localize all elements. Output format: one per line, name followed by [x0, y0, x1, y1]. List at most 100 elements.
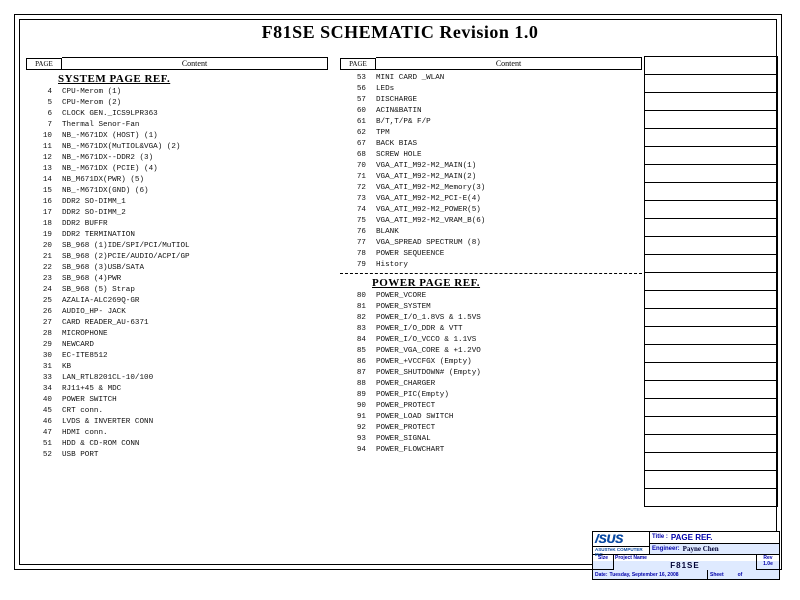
index-entry-text: History — [376, 260, 642, 271]
blank-table-row — [644, 111, 778, 129]
index-page-number: 14 — [26, 175, 62, 186]
index-row: 23SB_968 (4)PWR — [26, 274, 328, 285]
index-row: 30EC-ITE8512 — [26, 351, 328, 362]
index-entry-text: SB_968 (1)IDE/SPI/PCI/MuTIOL — [62, 241, 328, 252]
index-row: 92POWER_PROTECT — [340, 423, 642, 434]
index-entry-text: POWER_LOAD SWITCH — [376, 412, 642, 423]
index-row: 93POWER_SIGNAL — [340, 434, 642, 445]
index-page-number: 79 — [340, 260, 376, 271]
header-page: PAGE — [26, 58, 62, 70]
index-entry-text: NB_-M671DX (HOST) (1) — [62, 131, 328, 142]
index-row: 71VGA_ATI_M92-M2_MAIN(2) — [340, 172, 642, 183]
index-row: 6CLOCK GEN._ICS9LPR363 — [26, 109, 328, 120]
blank-table-row — [644, 327, 778, 345]
index-page-number: 34 — [26, 384, 62, 395]
index-row: 13NB_-M671DX (PCIE) (4) — [26, 164, 328, 175]
title-block: /SUS ASUSTeK COMPUTER INC Title : PAGE R… — [592, 531, 780, 580]
index-entry-text: USB PORT — [62, 450, 328, 461]
sheet-label: Sheet — [710, 572, 724, 578]
index-row: 12NB_-M671DX--DDR2 (3) — [26, 153, 328, 164]
header-page: PAGE — [340, 58, 376, 70]
index-entry-text: CRT conn. — [62, 406, 328, 417]
index-row: 62TPM — [340, 128, 642, 139]
index-row: 91POWER_LOAD SWITCH — [340, 412, 642, 423]
index-page-number: 73 — [340, 194, 376, 205]
project-value: F81SE — [670, 561, 699, 570]
index-entry-text: VGA_ATI_M92-M2_POWER(5) — [376, 205, 642, 216]
index-page-number: 13 — [26, 164, 62, 175]
index-row: 33LAN_RTL8201CL-10/100 — [26, 373, 328, 384]
index-column-right: PAGE Content 53MINI CARD _WLAN56LEDs57DI… — [334, 56, 642, 461]
index-page-number: 89 — [340, 390, 376, 401]
index-row: 89POWER_PIC(Empty) — [340, 390, 642, 401]
index-entry-text: NB_-M671DX(MuTIOL&VGA) (2) — [62, 142, 328, 153]
index-row: 83POWER_I/O_DDR & VTT — [340, 324, 642, 335]
index-row: 87POWER_SHUTDOWN# (Empty) — [340, 368, 642, 379]
index-row: 5CPU-Merom (2) — [26, 98, 328, 109]
index-entry-text: BACK BIAS — [376, 139, 642, 150]
index-entry-text: VGA_ATI_M92-M2_Memory(3) — [376, 183, 642, 194]
index-page-number: 67 — [340, 139, 376, 150]
index-entry-text: VGA_ATI_M92-M2_VRAM_B(6) — [376, 216, 642, 227]
blank-table-row — [644, 309, 778, 327]
index-page-number: 7 — [26, 120, 62, 131]
index-entry-text: MINI CARD _WLAN — [376, 73, 642, 84]
index-entry-text: Thermal Senor-Fan — [62, 120, 328, 131]
column-header: PAGE Content — [26, 56, 328, 70]
index-row: 90POWER_PROTECT — [340, 401, 642, 412]
index-entry-text: POWER_I/O_DDR & VTT — [376, 324, 642, 335]
index-page-number: 18 — [26, 219, 62, 230]
index-page-number: 90 — [340, 401, 376, 412]
index-page-number: 80 — [340, 291, 376, 302]
index-page-number: 76 — [340, 227, 376, 238]
index-row: 4CPU-Merom (1) — [26, 87, 328, 98]
index-row: 84POWER_I/O_VCCO & 1.1VS — [340, 335, 642, 346]
blank-table-row — [644, 93, 778, 111]
header-content: Content — [62, 57, 328, 70]
index-row: 75VGA_ATI_M92-M2_VRAM_B(6) — [340, 216, 642, 227]
index-entry-text: SB_968 (3)USB/SATA — [62, 263, 328, 274]
blank-notes-table — [644, 56, 778, 507]
index-entry-text: SB_968 (4)PWR — [62, 274, 328, 285]
index-row: 17DDR2 SO-DIMM_2 — [26, 208, 328, 219]
blank-table-row — [644, 255, 778, 273]
index-page-number: 30 — [26, 351, 62, 362]
sheet-of: of — [738, 572, 743, 578]
index-page-number: 45 — [26, 406, 62, 417]
index-entry-text: POWER_VCORE — [376, 291, 642, 302]
index-row: 34RJ11+45 & MDC — [26, 384, 328, 395]
index-page-number: 52 — [26, 450, 62, 461]
index-entry-text: LVDS & INVERTER CONN — [62, 417, 328, 428]
blank-table-row — [644, 345, 778, 363]
index-page-number: 81 — [340, 302, 376, 313]
index-page-number: 26 — [26, 307, 62, 318]
index-row: 53MINI CARD _WLAN — [340, 73, 642, 84]
index-entry-text: DDR2 SO-DIMM_1 — [62, 197, 328, 208]
index-page-number: 94 — [340, 445, 376, 456]
index-row: 78POWER SEQUEENCE — [340, 249, 642, 260]
index-column-left: PAGE Content SYSTEM PAGE REF. 4CPU-Merom… — [26, 56, 334, 461]
index-entry-text: POWER_PROTECT — [376, 401, 642, 412]
blank-table-row — [644, 417, 778, 435]
index-row: 15NB_-M671DX(GND) (6) — [26, 186, 328, 197]
index-row: 77VGA_SPREAD SPECTRUM (8) — [340, 238, 642, 249]
section-system-page-ref: SYSTEM PAGE REF. — [58, 73, 328, 85]
index-row: 61B/T,T/P& F/P — [340, 117, 642, 128]
date-value: Tuesday, September 16, 2008 — [610, 572, 679, 578]
index-page-number: 6 — [26, 109, 62, 120]
index-entry-text: POWER SEQUEENCE — [376, 249, 642, 260]
index-row: 94POWER_FLOWCHART — [340, 445, 642, 456]
engineer-value: Payne Chen — [683, 545, 719, 553]
index-entry-text: B/T,T/P& F/P — [376, 117, 642, 128]
index-page-number: 17 — [26, 208, 62, 219]
index-page-number: 91 — [340, 412, 376, 423]
index-row: 25AZALIA-ALC269Q-GR — [26, 296, 328, 307]
index-row: 74VGA_ATI_M92-M2_POWER(5) — [340, 205, 642, 216]
index-page-number: 16 — [26, 197, 62, 208]
blank-table-row — [644, 489, 778, 507]
blank-table-row — [644, 237, 778, 255]
rev-value: 1.0e — [763, 561, 773, 569]
index-row: 28MICROPHONE — [26, 329, 328, 340]
index-page-number: 75 — [340, 216, 376, 227]
index-row: 52USB PORT — [26, 450, 328, 461]
